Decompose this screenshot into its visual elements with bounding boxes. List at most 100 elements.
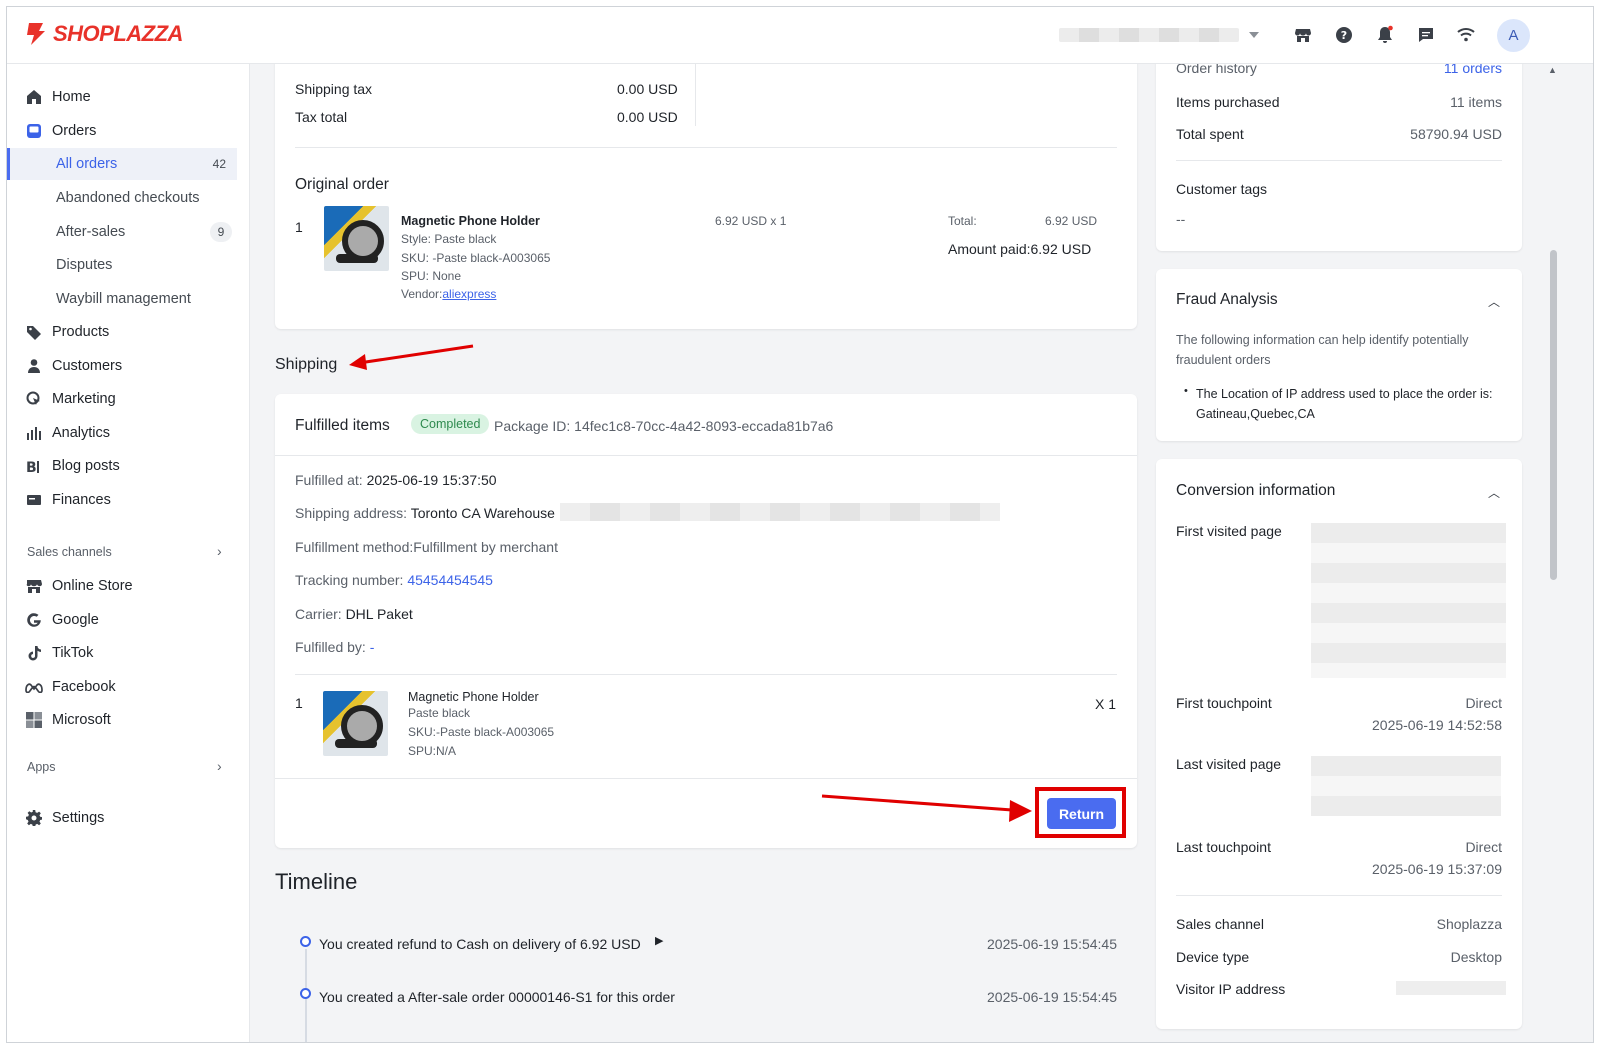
brand-logo[interactable]: SHOPLAZZA: [25, 21, 183, 47]
sidebar-item-label: Blog posts: [52, 458, 120, 474]
meta-icon: [25, 678, 43, 696]
sidebar-item-label: Online Store: [52, 578, 133, 594]
chevron-up-icon[interactable]: ︿: [1488, 293, 1500, 310]
column-divider: [695, 64, 696, 126]
sidebar-item-microsoft[interactable]: Microsoft: [7, 704, 250, 736]
caret-right-icon[interactable]: ▶: [655, 934, 663, 947]
product-name[interactable]: Magnetic Phone Holder: [401, 214, 540, 228]
apps-heading[interactable]: Apps: [27, 760, 56, 774]
chevron-down-icon[interactable]: [1249, 32, 1259, 38]
product-thumbnail[interactable]: [323, 691, 388, 756]
vendor-link[interactable]: aliexpress: [442, 287, 496, 301]
timeline-event-time: 2025-06-19 15:54:45: [987, 936, 1117, 952]
total-spent-value: 58790.94 USD: [1410, 126, 1502, 142]
items-purchased-label: Items purchased: [1176, 94, 1280, 110]
status-badge-label: Completed: [411, 414, 490, 434]
total-value: 6.92 USD: [1045, 214, 1098, 228]
analytics-icon: [25, 424, 43, 442]
items-purchased-value: 11 items: [1450, 94, 1502, 110]
chevron-up-icon[interactable]: ︿: [1488, 484, 1500, 501]
sidebar-item-after-sales[interactable]: After-sales 9: [7, 216, 250, 248]
last-touchpoint-label: Last touchpoint: [1176, 839, 1271, 855]
sidebar-item-label: After-sales: [56, 224, 126, 240]
customer-stats-card: Order history 11 orders Items purchased …: [1156, 64, 1522, 251]
tracking-link[interactable]: 45454454545: [407, 572, 493, 588]
scrollbar-thumb[interactable]: [1550, 250, 1557, 580]
sidebar-item-disputes[interactable]: Disputes: [7, 249, 250, 281]
sidebar-item-waybill-management[interactable]: Waybill management: [7, 283, 250, 315]
store-icon[interactable]: [1292, 24, 1314, 46]
finances-icon: [25, 491, 43, 509]
order-history-link[interactable]: 11 orders: [1444, 64, 1502, 76]
item-index: 1: [295, 695, 303, 711]
sidebar-item-products[interactable]: Products: [7, 316, 250, 348]
person-icon: [25, 357, 43, 375]
last-touchpoint-time: 2025-06-19 15:37:09: [1372, 861, 1502, 877]
sidebar-item-orders[interactable]: Orders: [7, 115, 250, 147]
shipping-address: Shipping address: Toronto CA Warehouse: [295, 505, 555, 521]
message-icon[interactable]: [1415, 24, 1437, 46]
sidebar-item-online-store[interactable]: Online Store: [7, 570, 250, 602]
chevron-right-icon[interactable]: ›: [217, 758, 222, 774]
sidebar-item-label: Home: [52, 89, 91, 105]
redacted-url: [1311, 523, 1506, 678]
return-button[interactable]: Return: [1047, 798, 1116, 829]
fulfilled-by: Fulfilled by: -: [295, 639, 374, 655]
sidebar-item-home[interactable]: Home: [7, 81, 250, 113]
help-icon[interactable]: ?: [1333, 24, 1355, 46]
sales-channel-value: Shoplazza: [1436, 916, 1502, 932]
chevron-right-icon[interactable]: ›: [217, 543, 222, 559]
sidebar-item-label: TikTok: [52, 645, 94, 661]
vendor-label: Vendor:: [401, 287, 443, 301]
sidebar-item-analytics[interactable]: Analytics: [7, 417, 250, 449]
annotation-arrow-icon: [349, 344, 474, 370]
redacted-url: [1311, 756, 1501, 816]
total-label: Total:: [948, 214, 977, 228]
product-sku: SKU:-Paste black-A003065: [408, 725, 555, 739]
brand-name: SHOPLAZZA: [53, 21, 183, 46]
fulfilled-at: Fulfilled at: 2025-06-19 15:37:50: [295, 472, 497, 488]
blog-icon: B: [25, 457, 43, 475]
sidebar-item-customers[interactable]: Customers: [7, 350, 250, 382]
wifi-icon[interactable]: [1455, 24, 1477, 46]
main-content: Shipping tax 0.00 USD Tax total 0.00 USD…: [250, 64, 1593, 1042]
fulfilled-by-value[interactable]: -: [370, 639, 375, 655]
sidebar-item-facebook[interactable]: Facebook: [7, 671, 250, 703]
bell-icon[interactable]: [1374, 24, 1396, 46]
bullet: •: [1184, 385, 1188, 397]
store-icon: [25, 577, 43, 595]
timeline-event-text: You created a After-sale order 00000146-…: [319, 989, 675, 1005]
timeline-dot: [300, 988, 311, 999]
sales-channel-label: Sales channel: [1176, 916, 1264, 932]
sidebar-item-google[interactable]: Google: [7, 604, 250, 636]
sidebar-item-marketing[interactable]: Marketing: [7, 383, 250, 415]
status-badge: Completed: [411, 414, 490, 434]
sales-channels-heading[interactable]: Sales channels: [27, 545, 112, 559]
device-type-label: Device type: [1176, 949, 1250, 965]
sidebar-item-abandoned-checkouts[interactable]: Abandoned checkouts: [7, 182, 250, 214]
carrier: Carrier: DHL Paket: [295, 606, 413, 622]
order-history-label: Order history: [1176, 64, 1257, 76]
sidebar-item-settings[interactable]: Settings: [7, 802, 250, 834]
sidebar-item-blog-posts[interactable]: B Blog posts: [7, 450, 250, 482]
shoplazza-logo-icon: [27, 23, 45, 45]
conversion-info-card: Conversion information ︿ First visited p…: [1156, 459, 1522, 1029]
order-summary-card: Shipping tax 0.00 USD Tax total 0.00 USD…: [275, 64, 1137, 329]
sidebar-item-tiktok[interactable]: TikTok: [7, 637, 250, 669]
visitor-ip-label: Visitor IP address: [1176, 981, 1286, 997]
sidebar-item-all-orders[interactable]: All orders 42: [7, 148, 237, 180]
store-selector[interactable]: [1059, 28, 1239, 42]
fulfilled-at-value: 2025-06-19 15:37:50: [366, 472, 497, 488]
divider: [275, 455, 1137, 456]
product-thumbnail[interactable]: [324, 206, 389, 271]
device-type-value: Desktop: [1450, 949, 1502, 965]
orders-icon: [25, 122, 43, 140]
sidebar-item-label: Finances: [52, 492, 111, 508]
avatar[interactable]: A: [1497, 19, 1530, 52]
sidebar-item-finances[interactable]: Finances: [7, 484, 250, 516]
scroll-up-arrow-icon[interactable]: ▲: [1548, 65, 1557, 75]
sidebar-item-label: All orders: [56, 156, 118, 172]
product-name[interactable]: Magnetic Phone Holder: [408, 690, 539, 704]
shipping-address-value: Toronto CA Warehouse: [410, 505, 555, 521]
carrier-value: DHL Paket: [345, 606, 413, 622]
